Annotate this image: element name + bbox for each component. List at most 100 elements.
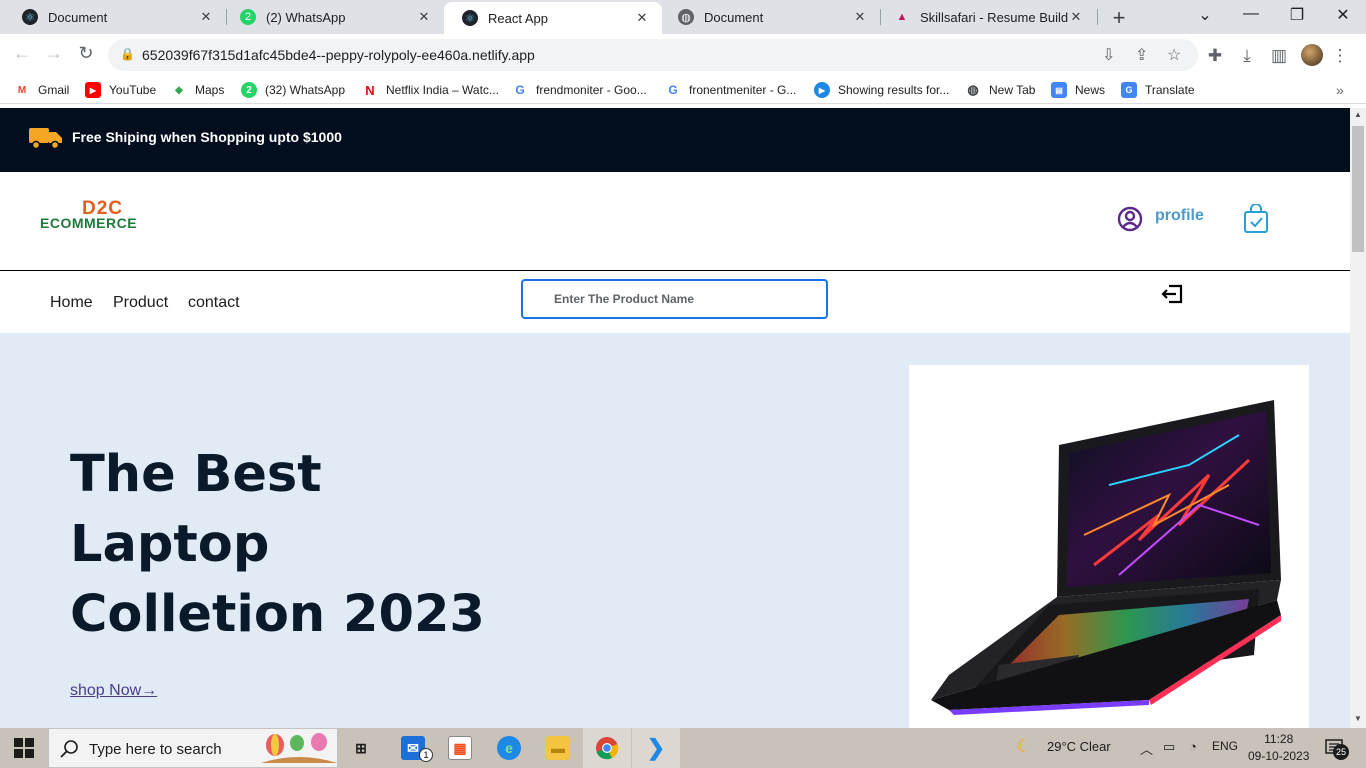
bookmark-label: (32) WhatsApp — [265, 83, 346, 97]
minimize-icon[interactable]: — — [1241, 5, 1261, 23]
taskbar-store[interactable]: ▦ — [436, 728, 484, 768]
bookmark-translate[interactable]: G Translate — [1121, 82, 1195, 98]
bookmark-news[interactable]: ▤ News — [1051, 82, 1105, 98]
bookmark-gmail[interactable]: M Gmail — [14, 82, 70, 98]
tab-document-1[interactable]: ⚛ Document ✕ — [4, 0, 226, 34]
scroll-up-icon[interactable]: ▲ — [1354, 110, 1362, 119]
logout-icon[interactable] — [1160, 281, 1186, 307]
bookmark-whatsapp[interactable]: 2 (32) WhatsApp — [241, 82, 345, 98]
truck-icon — [29, 128, 62, 150]
site-logo[interactable]: D2C ECOMMERCE — [38, 198, 142, 234]
side-panel-icon[interactable]: ▥ — [1269, 46, 1289, 66]
folder-icon: ▬ — [546, 736, 570, 760]
close-icon[interactable]: ✕ — [634, 10, 650, 26]
bookmarks-overflow-icon[interactable]: » — [1336, 82, 1344, 98]
notification-center[interactable]: 25 — [1325, 738, 1349, 760]
hot-air-balloons-icon — [261, 733, 337, 763]
share-icon[interactable]: ⇪ — [1135, 45, 1148, 65]
shop-now-link[interactable]: shop Now→ — [70, 682, 157, 700]
bookmark-youtube[interactable]: ▶ YouTube — [85, 82, 156, 98]
google-icon: G — [668, 83, 678, 97]
windows-start-icon[interactable] — [14, 738, 34, 758]
product-search-input[interactable] — [521, 279, 828, 319]
url-text[interactable]: 652039f67f315d1afc45bde4--peppy-rolypoly… — [142, 47, 535, 63]
nav-contact[interactable]: contact — [188, 294, 240, 312]
taskbar-chrome[interactable] — [583, 728, 631, 768]
tab-document-2[interactable]: ◍ Document ✕ — [660, 0, 880, 34]
tab-label: React App — [488, 10, 548, 26]
whatsapp-icon: 2 — [241, 82, 257, 98]
bookmark-new-tab[interactable]: ◍ New Tab — [965, 82, 1035, 98]
back-arrow-icon[interactable]: ← — [11, 43, 33, 64]
taskbar-edge[interactable]: e — [485, 728, 533, 768]
bookmark-fronentmeniter[interactable]: G fronentmeniter - G... — [665, 82, 796, 98]
bookmark-label: Maps — [195, 83, 225, 97]
clock-date: 09-10-2023 — [1248, 749, 1310, 763]
tab-whatsapp[interactable]: 2 (2) WhatsApp ✕ — [222, 0, 444, 34]
tab-skillsafari[interactable]: ▲ Skillsafari - Resume Builder ✕ — [876, 0, 1096, 34]
profile-avatar[interactable] — [1301, 44, 1323, 66]
bookmark-label: YouTube — [109, 83, 157, 97]
forward-arrow-icon[interactable]: → — [43, 43, 65, 64]
moon-weather-icon: ☾ — [1016, 736, 1033, 756]
install-icon[interactable]: ⇩ — [1102, 45, 1115, 65]
edge-icon: e — [497, 736, 521, 760]
address-bar[interactable]: 🔒 652039f67f315d1afc45bde4--peppy-rolypo… — [108, 39, 1198, 71]
tab-separator — [1097, 9, 1098, 25]
mail-badge: 1 — [419, 748, 433, 762]
gmail-icon: M — [17, 84, 27, 96]
wifi-icon[interactable]: ◔ — [1189, 739, 1197, 754]
bookmark-label: Netflix India – Watc... — [386, 83, 499, 97]
language-indicator[interactable]: ENG — [1212, 739, 1238, 753]
bookmark-label: Translate — [1145, 83, 1195, 97]
close-icon[interactable]: ✕ — [852, 9, 868, 25]
new-tab-icon[interactable]: + — [1108, 5, 1130, 31]
scroll-down-icon[interactable]: ▼ — [1354, 714, 1362, 723]
scrollbar-thumb[interactable] — [1352, 126, 1364, 252]
shopping-bag-icon[interactable] — [1242, 204, 1270, 234]
bookmarks-bar: M Gmail ▶ YouTube ◆ Maps 2 (32) WhatsApp… — [0, 76, 1366, 104]
browser-toolbar: ← → ↻ 🔒 652039f67f315d1afc45bde4--peppy-… — [0, 34, 1366, 76]
tab-search-icon[interactable]: ⌄ — [1195, 5, 1215, 25]
close-icon[interactable]: ✕ — [1068, 9, 1084, 25]
menu-dots-icon[interactable]: ⋮ — [1330, 46, 1350, 66]
extensions-icon[interactable]: ✚ — [1205, 46, 1225, 66]
vscode-icon: ❯ — [646, 735, 666, 760]
taskbar-clock[interactable]: 11:28 09-10-2023 — [1248, 731, 1309, 765]
nav-home[interactable]: Home — [50, 294, 93, 312]
react-icon: ⚛ — [462, 10, 478, 26]
tab-label: Document — [48, 9, 108, 25]
restore-icon[interactable]: ❐ — [1287, 5, 1307, 25]
taskbar-search-box[interactable]: Type here to search — [48, 728, 338, 768]
lock-icon[interactable]: 🔒 — [120, 47, 135, 61]
close-icon[interactable]: ✕ — [198, 9, 214, 25]
logo-ecommerce: ECOMMERCE — [40, 215, 138, 231]
battery-icon[interactable]: ▭ — [1163, 739, 1175, 755]
tab-label: Skillsafari - Resume Builder — [920, 9, 1068, 25]
notification-count: 25 — [1333, 744, 1349, 760]
task-view-button[interactable]: ⊞ — [337, 728, 385, 768]
tray-chevron-icon[interactable]: ︿ — [1140, 739, 1153, 758]
nav-product[interactable]: Product — [113, 294, 168, 312]
taskbar-file-explorer[interactable]: ▬ — [534, 728, 582, 768]
bookmark-showing-results[interactable]: ▶ Showing results for... — [814, 82, 949, 98]
downloads-icon[interactable]: ⤓ — [1237, 46, 1257, 66]
close-icon[interactable]: ✕ — [416, 9, 432, 25]
bookmark-netflix[interactable]: N Netflix India – Watc... — [362, 82, 499, 98]
taskbar-vscode[interactable]: ❯ — [632, 728, 680, 768]
tab-react-app[interactable]: ⚛ React App ✕ — [444, 2, 662, 34]
window-close-icon[interactable]: ✕ — [1333, 5, 1353, 25]
user-circle-icon[interactable] — [1117, 206, 1143, 232]
taskbar-mail[interactable]: ✉ 1 — [389, 728, 437, 768]
page-viewport: Free Shiping when Shopping upto $1000 D2… — [0, 108, 1350, 728]
reload-icon[interactable]: ↻ — [75, 43, 97, 64]
globe-icon: ◍ — [678, 9, 694, 25]
play-icon: ▶ — [814, 82, 830, 98]
profile-link[interactable]: profile — [1155, 207, 1204, 225]
bookmark-maps[interactable]: ◆ Maps — [171, 82, 224, 98]
bookmark-star-icon[interactable]: ☆ — [1167, 45, 1181, 65]
bookmark-frendmoniter[interactable]: G frendmoniter - Goo... — [512, 82, 646, 98]
page-scrollbar[interactable]: ▲ ▼ — [1350, 108, 1366, 728]
promo-banner: Free Shiping when Shopping upto $1000 — [0, 108, 1350, 172]
weather-text[interactable]: 29°C Clear — [1047, 739, 1111, 754]
